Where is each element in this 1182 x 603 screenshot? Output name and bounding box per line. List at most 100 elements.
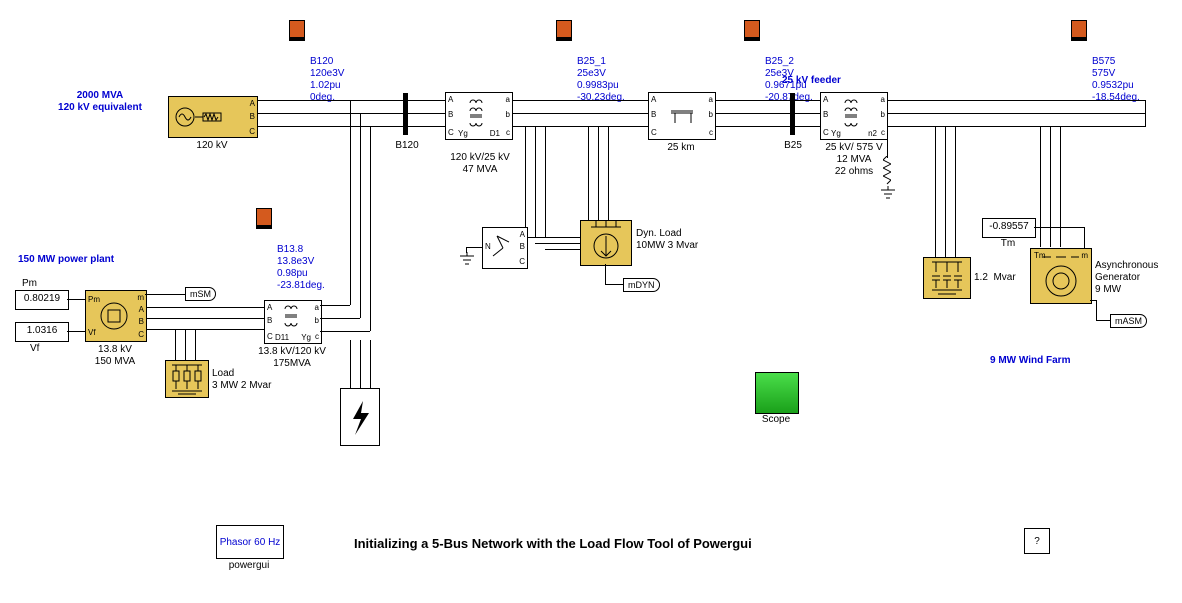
block-scope[interactable]	[755, 372, 799, 414]
wire	[320, 305, 350, 306]
wire	[175, 330, 176, 360]
block-dyn-load[interactable]	[580, 220, 632, 266]
wire	[360, 340, 361, 388]
block-xfmr-13-120[interactable]: A B C a b c D11 Yg	[264, 300, 322, 344]
label-powerplant: 150 MW power plant	[18, 254, 114, 266]
wire	[525, 127, 526, 237]
constant-Tm[interactable]: -0.89557	[982, 218, 1036, 238]
resistor-icon	[883, 156, 891, 186]
block-fault[interactable]	[340, 388, 380, 446]
wire	[466, 247, 482, 248]
label-cap: 1.2 Mvar	[974, 272, 1016, 284]
block-cap[interactable]	[923, 257, 971, 299]
bus-B13_8-text: B13.813.8e3V0.98pu-23.81deg.	[277, 220, 325, 304]
bus-flag-B25_2[interactable]	[744, 20, 760, 41]
bus-B120-text: B120120e3V1.02pu0deg.	[310, 32, 344, 116]
diagram-title: Initializing a 5-Bus Network with the Lo…	[354, 538, 752, 550]
label-Vf: Vf	[30, 343, 39, 355]
wire	[545, 127, 546, 237]
wire	[360, 113, 361, 318]
port-B: B	[250, 112, 255, 121]
goto-tag-mDYN[interactable]: mDYN	[623, 278, 660, 292]
block-source-120kV[interactable]: A B C	[168, 96, 258, 138]
block-ground-neutral[interactable]: N A B C	[482, 227, 528, 269]
label-Tm: Tm	[982, 238, 1034, 250]
wire	[545, 249, 585, 250]
block-async-gen[interactable]: Tm m	[1030, 248, 1092, 304]
load-icon	[166, 361, 208, 397]
label-equivalent: 2000 MVA 120 kV equivalent	[40, 90, 160, 114]
wire	[1096, 300, 1097, 320]
block-xfmr-120-25[interactable]: A B C a b c Yg D1	[445, 92, 513, 140]
wire	[185, 330, 186, 360]
source-icon	[173, 105, 233, 129]
label-Pm: Pm	[22, 278, 37, 290]
bus-B25_2-text: B25_225e3V0.9671pu-20.87deg.	[765, 32, 813, 116]
wire	[320, 318, 360, 319]
constant-Vf[interactable]: 1.0316	[15, 322, 69, 342]
constant-Pm[interactable]: 0.80219	[15, 290, 69, 310]
dynload-icon	[581, 221, 631, 265]
fault-icon	[341, 389, 379, 445]
wire	[535, 127, 536, 237]
wire	[525, 237, 585, 238]
label-source-120kV: 120 kV	[168, 140, 256, 152]
xfmr-icon	[446, 93, 512, 139]
bus-flag-B575[interactable]	[1071, 20, 1087, 41]
label-powergui: powergui	[216, 560, 282, 572]
wire	[1145, 100, 1146, 127]
wire	[955, 127, 956, 257]
block-sync-machine[interactable]: Pm Vf m A B C	[85, 290, 147, 342]
label-busbar-B120: B120	[390, 140, 424, 152]
busbar-B25[interactable]	[790, 93, 795, 135]
wire	[588, 127, 589, 220]
label-xfmr1: 120 kV/25 kV 47 MVA	[440, 152, 520, 176]
wire	[320, 331, 370, 332]
wire	[887, 138, 888, 158]
label-busbar-B25: B25	[776, 140, 810, 152]
label-asyncgen: Asynchronous Generator 9 MW	[1095, 260, 1158, 296]
label-gen-2: 150 MVA	[80, 356, 150, 368]
port-A: A	[250, 99, 255, 108]
bus-flag-B13_8[interactable]	[256, 208, 272, 229]
wire	[1096, 320, 1110, 321]
label-line: 25 km	[648, 142, 714, 154]
bus-B575-text: B575575V0.9532pu-18.54deg.	[1092, 32, 1140, 116]
wire	[598, 127, 599, 220]
label-load: Load 3 MW 2 Mvar	[212, 368, 271, 392]
bus-B25_1-text: B25_125e3V0.9983pu-30.23deg.	[577, 32, 625, 116]
bus-flag-B25_1[interactable]	[556, 20, 572, 41]
block-load-3MW[interactable]	[165, 360, 209, 398]
cap-icon	[924, 258, 970, 298]
wire	[1050, 127, 1051, 247]
bus-flag-B120[interactable]	[289, 20, 305, 41]
wire	[67, 299, 85, 300]
wire	[608, 127, 609, 220]
wire	[1034, 227, 1084, 228]
port-C: C	[249, 127, 255, 136]
wire	[1040, 127, 1041, 247]
ground-icon	[458, 252, 476, 266]
goto-tag-mASM[interactable]: mASM	[1110, 314, 1147, 328]
block-line-25km[interactable]: A B C a b c	[648, 92, 716, 140]
wire	[1084, 227, 1085, 249]
busbar-B120[interactable]	[403, 93, 408, 135]
wire	[935, 127, 936, 257]
label-dynload: Dyn. Load 10MW 3 Mvar	[636, 228, 698, 252]
block-powergui[interactable]: Phasor 60 Hz	[216, 525, 284, 559]
wire	[466, 247, 467, 253]
label-xfmr3: 13.8 kV/120 kV 175MVA	[252, 346, 332, 370]
label-windfarm: 9 MW Wind Farm	[990, 355, 1070, 367]
block-xfmr-25-575[interactable]: A B C a b c Yg n2	[820, 92, 888, 140]
wire	[605, 284, 623, 285]
label-gen-1: 13.8 kV	[80, 344, 150, 356]
label-scope: Scope	[750, 414, 802, 426]
wire	[350, 340, 351, 388]
block-help[interactable]: ?	[1024, 528, 1050, 554]
goto-tag-mSM[interactable]: mSM	[185, 287, 216, 301]
pi-line-icon	[649, 93, 715, 139]
wire	[350, 100, 351, 305]
ground-icon	[879, 186, 897, 200]
wire	[1060, 127, 1061, 247]
label-xfmr2: 25 kV/ 575 V 12 MVA 22 ohms	[814, 142, 894, 178]
